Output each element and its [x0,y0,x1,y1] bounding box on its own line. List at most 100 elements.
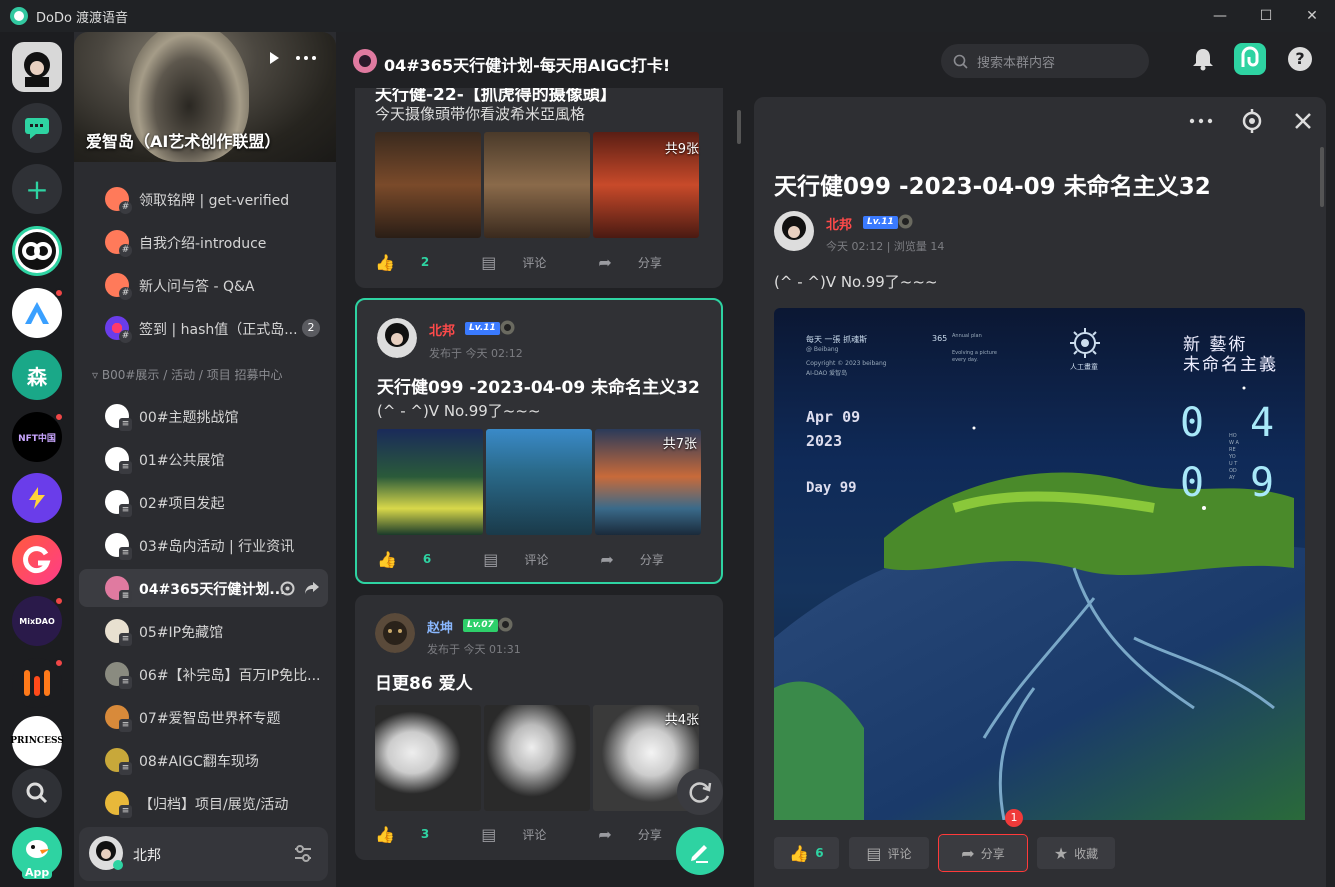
bell-icon[interactable] [1190,46,1216,72]
post-image[interactable] [484,132,590,238]
server-nft[interactable]: NFT中国 [12,412,62,462]
post-images[interactable] [375,132,699,238]
channel-icon [105,533,132,560]
server-aidao[interactable] [12,226,62,276]
play-icon[interactable] [266,50,282,66]
post-images[interactable] [375,705,699,811]
feed-scrollbar[interactable] [737,110,741,144]
like-button[interactable]: 👍 6 [377,550,457,569]
discover-icon[interactable] [12,768,62,818]
user-settings-icon[interactable] [293,844,313,864]
more-options-icon[interactable] [1188,117,1214,125]
post-title: 天行健099 -2023-04-09 未命名主义32 [377,378,700,398]
post-card[interactable]: 赵坤 Lv.07 发布于 今天 01:31 日更86 爱人 共4张 👍 3 ▤ 评论… [355,595,723,860]
server-forest[interactable]: 森 [12,350,62,400]
search-input[interactable]: 搜索本群内容 [941,44,1149,78]
comment-button[interactable]: ▤ 评论 [483,550,574,569]
channel-02[interactable]: 02#项目发起 [79,483,328,521]
painting-artwork [774,386,1305,820]
detail-comment-button[interactable]: ▤ 评论 [849,837,929,869]
new-post-button[interactable] [676,827,724,875]
channel-introduce[interactable]: 自我介绍-introduce [79,223,328,261]
notification-dot [54,288,64,298]
post-images[interactable] [377,429,701,535]
minimize-button[interactable]: — [1197,0,1243,32]
detail-scrollbar[interactable] [1320,147,1324,207]
channel-03[interactable]: 03#岛内活动 | 行业资讯 [79,526,328,564]
server-stripes[interactable] [12,658,64,708]
detail-title: 天行健099 -2023-04-09 未命名主义32 [774,174,1211,200]
channel-08[interactable]: 08#AIGC翻车现场 [79,741,328,779]
comment-button[interactable]: ▤ 评论 [481,253,572,272]
refresh-button[interactable] [677,769,723,815]
locate-icon[interactable] [1240,109,1264,133]
user-avatar[interactable] [12,42,62,92]
author-name[interactable]: 北邦 [429,320,455,339]
close-detail-icon[interactable] [1294,112,1312,130]
server-princess[interactable]: PRINCESS [10,716,64,766]
poster-year: 2023 [806,432,843,450]
user-avatar-small[interactable] [89,836,123,870]
settings-icon[interactable] [280,581,295,596]
channel-archive[interactable]: 【归档】项目/展览/活动 [79,784,328,822]
channel-qa[interactable]: 新人问与答 - Q&A [79,266,328,304]
author-avatar[interactable] [375,613,415,653]
poster-digit-3: 0 [1180,460,1205,506]
detail-like-button[interactable]: 👍 6 [774,837,839,869]
like-button[interactable]: 👍 3 [375,825,455,844]
channel-icon [105,490,132,517]
post-image[interactable] [375,705,481,811]
author-avatar[interactable] [377,318,417,358]
post-image[interactable] [486,429,592,535]
post-card[interactable]: 天行健-22-【抓虎得的摄像頭】 今天摄像頭带你看波希米亞風格 共9张 👍 2 ▤… [355,88,723,288]
channel-06[interactable]: 06#【补完岛】百万IP免比... [79,655,328,693]
post-actions: 👍 2 ▤ 评论 ➦ 分享 [375,252,714,272]
channel-04-active[interactable]: 04#365天行健计划... [79,569,328,607]
mini-app-icon[interactable] [1234,43,1266,75]
channel-05[interactable]: 05#IP免藏馆 [79,612,328,650]
server-blue[interactable] [12,288,64,338]
help-icon[interactable]: ? [1288,47,1312,71]
share-button[interactable]: ➦ 分享 [600,550,689,569]
detail-share-button[interactable]: ➦ 分享 [938,834,1028,872]
post-image[interactable] [375,132,481,238]
poster-copyright: Copyright © 2023 beibang [806,360,887,367]
detail-author-name[interactable]: 北邦 [826,214,852,233]
poster-logo-text: 人工畫童 [1070,363,1098,371]
add-server-icon[interactable]: + [12,164,62,214]
channel-01[interactable]: 01#公共展馆 [79,440,328,478]
share-button[interactable]: ➦ 分享 [598,253,687,272]
share-badge: 1 [1005,809,1023,827]
channel-07[interactable]: 07#爱智岛世界杯专题 [79,698,328,736]
detail-favorite-button[interactable]: ★ 收藏 [1037,837,1115,869]
detail-image[interactable]: 每天 一張 抓魂斯 @ Beibang Copyright © 2023 bei… [774,308,1305,820]
post-card-selected[interactable]: 北邦 Lv.11 发布于 今天 02:12 天行健099 -2023-04-09… [355,298,723,584]
like-button[interactable]: 👍 2 [375,253,455,272]
detail-author-avatar[interactable] [774,211,814,251]
comment-button[interactable]: ▤ 评论 [481,825,572,844]
poster-copyright-sub: AI-DAO 爱智岛 [806,370,848,377]
poster-logo [1070,328,1100,358]
post-image[interactable] [377,429,483,535]
post-subtitle: (^ - ^)V No.99了~~~ [377,402,541,420]
maximize-button[interactable]: ☐ [1243,0,1289,32]
image-count: 共9张 [664,142,699,157]
more-icon[interactable] [294,54,318,62]
share-icon[interactable] [304,581,320,595]
author-name[interactable]: 赵坤 [427,617,453,636]
server-mixdao[interactable]: MixDAO [12,596,62,646]
channel-list: 爱智岛（AI艺术创作联盟） 领取铭牌 | get-verified 自我介绍-i… [74,32,336,887]
channel-00[interactable]: 00#主题挑战馆 [79,397,328,435]
server-g[interactable] [12,535,62,585]
messages-icon[interactable] [12,103,62,153]
post-image[interactable] [484,705,590,811]
close-window-button[interactable]: ✕ [1289,0,1335,32]
app-download-icon[interactable]: App [12,827,62,879]
channel-get-verified[interactable]: 领取铭牌 | get-verified [79,180,328,218]
server-bolt[interactable] [12,473,62,523]
post-actions: 👍 6 ▤ 评论 ➦ 分享 [377,549,716,569]
share-button[interactable]: ➦ 分享 [598,825,687,844]
channel-icon [105,791,132,818]
category-header[interactable]: ▿ B00#展示 / 活动 / 项目 招募中心 [92,366,283,383]
channel-sign-in[interactable]: 签到 | hash值（正式岛...2 [79,309,328,347]
